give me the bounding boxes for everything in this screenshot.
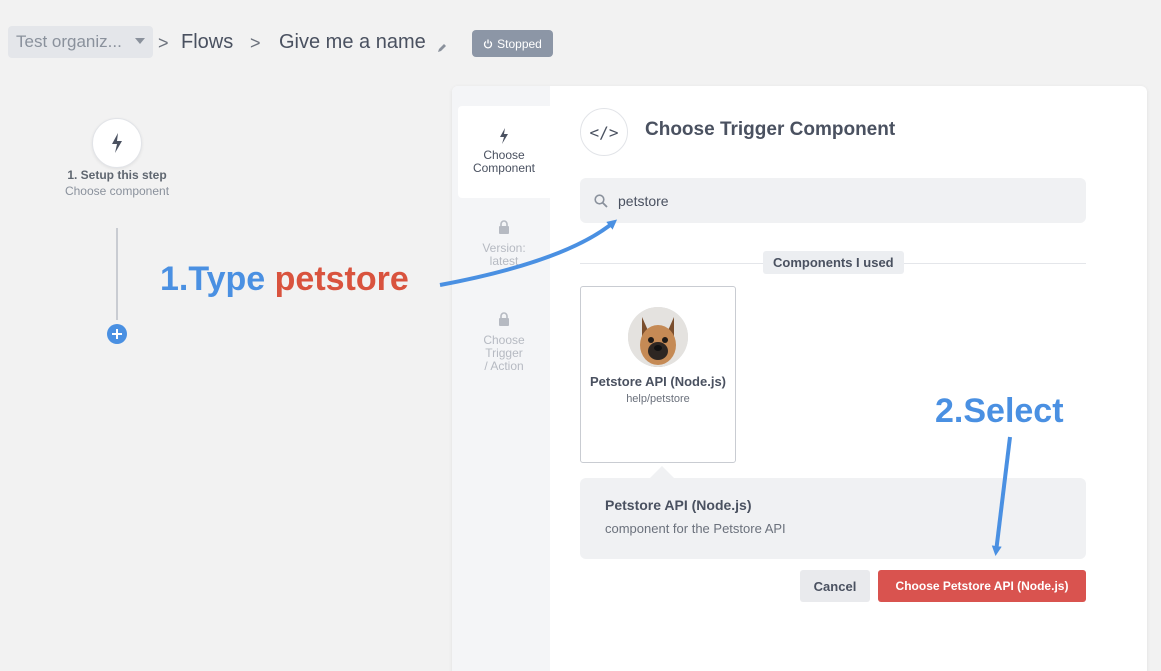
component-name: Petstore API (Node.js) <box>589 374 727 389</box>
annotation-step-1: 1.Type petstore <box>160 260 409 299</box>
step-title: 1. Setup this step <box>67 168 167 182</box>
detail-description: component for the Petstore API <box>605 521 786 536</box>
component-detail <box>580 478 1086 559</box>
cancel-button[interactable]: Cancel <box>800 570 870 602</box>
search-icon <box>594 193 608 208</box>
tab-label: Version: latest <box>482 241 526 268</box>
status-badge-label: Stopped <box>497 36 542 51</box>
lock-icon <box>499 220 509 234</box>
pencil-icon[interactable] <box>437 40 447 58</box>
tab-version: Version: latest <box>458 220 550 280</box>
tab-label: Choose Component <box>472 148 536 175</box>
tab-label: Choose Trigger / Action <box>483 333 525 373</box>
code-icon: </> <box>580 108 628 156</box>
power-icon <box>484 39 493 49</box>
detail-pointer <box>650 466 674 478</box>
organization-select[interactable]: Test organiz... <box>8 26 153 58</box>
chevron-down-icon <box>135 38 145 44</box>
plus-icon <box>112 329 122 339</box>
component-avatar <box>628 307 688 367</box>
breadcrumb-flows-link[interactable]: Flows <box>181 31 233 54</box>
tab-choose-component[interactable]: Choose Component <box>458 106 550 198</box>
organization-select-label: Test organiz... <box>16 32 122 51</box>
tab-choose-trigger-action: Choose Trigger / Action <box>458 312 550 382</box>
section-label: Components I used <box>763 251 904 274</box>
lightning-icon <box>112 133 122 153</box>
annotation-step-1-prefix: 1.Type <box>160 260 266 298</box>
add-step-button[interactable] <box>107 324 127 344</box>
breadcrumb-separator: > <box>158 33 169 53</box>
lock-icon <box>499 312 509 326</box>
breadcrumb-separator: > <box>250 33 261 53</box>
search-input[interactable] <box>618 192 1058 209</box>
panel-title: Choose Trigger Component <box>645 119 896 140</box>
flow-connector <box>116 228 118 320</box>
component-path: help/petstore <box>626 393 690 405</box>
flow-name-title: Give me a name <box>279 31 426 53</box>
annotation-step-1-keyword: petstore <box>274 260 409 298</box>
component-search[interactable] <box>580 178 1086 223</box>
status-badge[interactable]: Stopped <box>472 30 553 57</box>
flow-step-node[interactable] <box>92 118 142 168</box>
lightning-icon <box>500 128 508 144</box>
annotation-step-2: 2.Select <box>935 392 1064 430</box>
detail-name: Petstore API (Node.js) <box>605 497 752 513</box>
choose-component-button[interactable]: Choose Petstore API (Node.js) <box>878 570 1086 602</box>
step-subtitle: Choose component <box>64 184 170 198</box>
